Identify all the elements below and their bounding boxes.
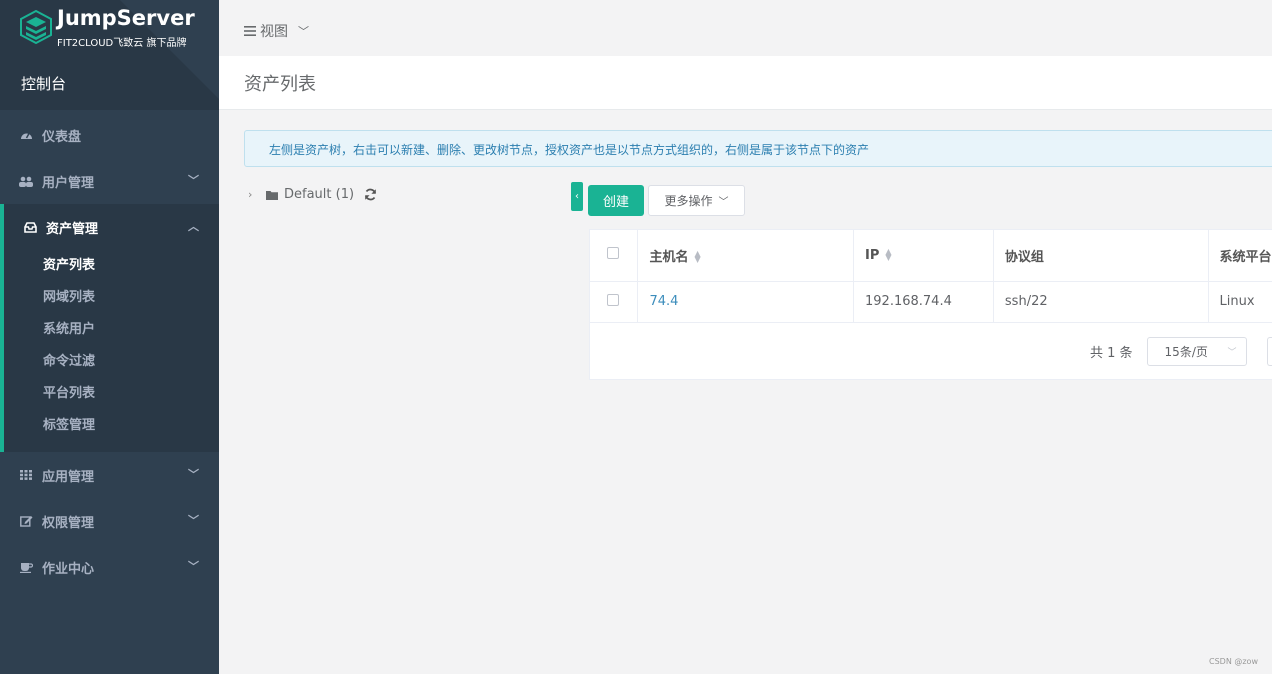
- protocols-cell: ssh/22: [993, 281, 1209, 323]
- chevron-down-icon: ﹀: [1227, 348, 1237, 358]
- edit-icon: [19, 514, 33, 528]
- select-all-cell: [590, 230, 639, 282]
- sidebar-item-label: 作业中心: [42, 561, 95, 577]
- column-ip[interactable]: IP ▲ ▼: [853, 230, 994, 282]
- chevron-left-icon: ‹: [575, 191, 579, 202]
- sidebar-menu: 仪表盘 用户管理 ﹀ 资产管理 ︿ 资产列表 网域列表 系统用户 命令过滤 平台…: [0, 112, 219, 590]
- page-size-select[interactable]: 15条/页 ﹀: [1146, 337, 1247, 366]
- more-actions-label: 更多操作: [664, 194, 713, 208]
- column-label: IP: [865, 247, 880, 263]
- more-actions-dropdown[interactable]: 更多操作 ﹀: [648, 185, 745, 216]
- view-menu-label: 视图: [260, 24, 288, 40]
- hostname-link[interactable]: 74.4: [649, 294, 678, 309]
- hamburger-icon: [244, 26, 256, 36]
- asset-table: 主机名 ▲ ▼ IP ▲ ▼ 协议组 系统平台 74.4 192.168.74.4 ss…: [590, 230, 1272, 323]
- column-platform: 系统平台: [1208, 230, 1272, 282]
- dashboard-icon: [19, 128, 33, 142]
- row-select-cell: [590, 281, 639, 323]
- chevron-down-icon: ﹀: [188, 174, 199, 187]
- sort-icon[interactable]: ▲ ▼: [885, 248, 891, 262]
- sort-icon[interactable]: ▲ ▼: [694, 250, 700, 264]
- sidebar-item-applications[interactable]: 应用管理 ﹀: [0, 452, 219, 498]
- inbox-icon: [23, 220, 37, 234]
- select-all-checkbox[interactable]: [607, 247, 619, 260]
- chevron-down-icon: ﹀: [298, 25, 309, 38]
- sidebar: JumpServer FIT2CLOUD飞致云 旗下品牌 控制台 仪表盘 用户管…: [0, 0, 219, 674]
- refresh-icon[interactable]: [364, 188, 377, 201]
- jumpserver-logo-icon: [20, 10, 52, 44]
- brand-title: JumpServer: [57, 6, 195, 30]
- watermark: CSDN @zow: [1209, 657, 1258, 666]
- sidebar-item-jobs[interactable]: 作业中心 ﹀: [0, 544, 219, 590]
- grid-icon: [19, 468, 33, 482]
- tree-collapse-button[interactable]: ‹: [571, 182, 583, 211]
- create-button[interactable]: 创建: [588, 185, 644, 216]
- pagination: 共 1 条 15条/页 ﹀: [1090, 337, 1272, 366]
- submenu-asset-list[interactable]: 资产列表: [4, 250, 219, 282]
- hostname-cell: 74.4: [637, 281, 855, 323]
- sidebar-group-assets: 资产管理 ︿ 资产列表 网域列表 系统用户 命令过滤 平台列表 标签管理: [0, 204, 219, 452]
- users-icon: [19, 174, 33, 188]
- table-header-row: 主机名 ▲ ▼ IP ▲ ▼ 协议组 系统平台: [590, 230, 1272, 282]
- platform-cell: Linux: [1208, 281, 1272, 323]
- sidebar-item-label: 用户管理: [42, 175, 95, 191]
- asset-submenu: 资产列表 网域列表 系统用户 命令过滤 平台列表 标签管理: [4, 250, 219, 452]
- ip-cell: 192.168.74.4: [853, 281, 994, 323]
- chevron-down-icon: ﹀: [718, 197, 729, 208]
- submenu-command-filter[interactable]: 命令过滤: [4, 346, 219, 378]
- brand-subtitle: FIT2CLOUD飞致云 旗下品牌: [57, 38, 187, 49]
- column-label: 主机名: [649, 249, 689, 265]
- chevron-down-icon: ﹀: [188, 560, 199, 573]
- page-size-value: 15条/页: [1164, 345, 1208, 359]
- chevron-down-icon: ﹀: [188, 514, 199, 527]
- sidebar-item-label: 权限管理: [42, 515, 95, 531]
- row-checkbox[interactable]: [607, 293, 619, 306]
- logo-area: JumpServer FIT2CLOUD飞致云 旗下品牌 控制台: [0, 0, 219, 110]
- sidebar-item-label: 应用管理: [42, 469, 95, 485]
- tree-node-default[interactable]: Default (1): [284, 187, 354, 202]
- sidebar-item-dashboard[interactable]: 仪表盘: [0, 112, 219, 158]
- top-navbar: 视图 ﹀: [219, 0, 1272, 56]
- asset-tree: › Default (1): [248, 187, 377, 202]
- pagination-total: 共 1 条: [1090, 346, 1133, 361]
- sidebar-item-assets[interactable]: 资产管理 ︿: [4, 204, 219, 250]
- tree-expand-icon[interactable]: ›: [248, 188, 260, 201]
- coffee-icon: [19, 560, 33, 574]
- submenu-system-users[interactable]: 系统用户: [4, 314, 219, 346]
- pagination-prev-button[interactable]: [1267, 337, 1272, 366]
- console-label[interactable]: 控制台: [21, 73, 66, 94]
- submenu-platform-list[interactable]: 平台列表: [4, 378, 219, 410]
- submenu-label-management[interactable]: 标签管理: [4, 410, 219, 442]
- view-menu-button[interactable]: 视图 ﹀: [244, 21, 309, 41]
- sidebar-item-label: 资产管理: [46, 221, 99, 237]
- submenu-domain-list[interactable]: 网域列表: [4, 282, 219, 314]
- column-label: 协议组: [1004, 249, 1044, 265]
- table-row: 74.4 192.168.74.4 ssh/22 Linux: [590, 281, 1272, 323]
- folder-icon: [266, 190, 278, 200]
- column-protocols: 协议组: [993, 230, 1209, 282]
- info-alert: 左侧是资产树，右击可以新建、删除、更改树节点，授权资产也是以节点方式组织的，右侧…: [244, 130, 1272, 167]
- sidebar-item-users[interactable]: 用户管理 ﹀: [0, 158, 219, 204]
- chevron-down-icon: ﹀: [188, 468, 199, 481]
- page-title: 资产列表: [244, 74, 316, 95]
- column-hostname[interactable]: 主机名 ▲ ▼: [637, 230, 855, 282]
- chevron-up-icon: ︿: [188, 220, 199, 233]
- sidebar-item-permissions[interactable]: 权限管理 ﹀: [0, 498, 219, 544]
- page-heading: 资产列表: [219, 56, 1272, 110]
- column-label: 系统平台: [1219, 249, 1272, 265]
- sidebar-item-label: 仪表盘: [42, 129, 82, 145]
